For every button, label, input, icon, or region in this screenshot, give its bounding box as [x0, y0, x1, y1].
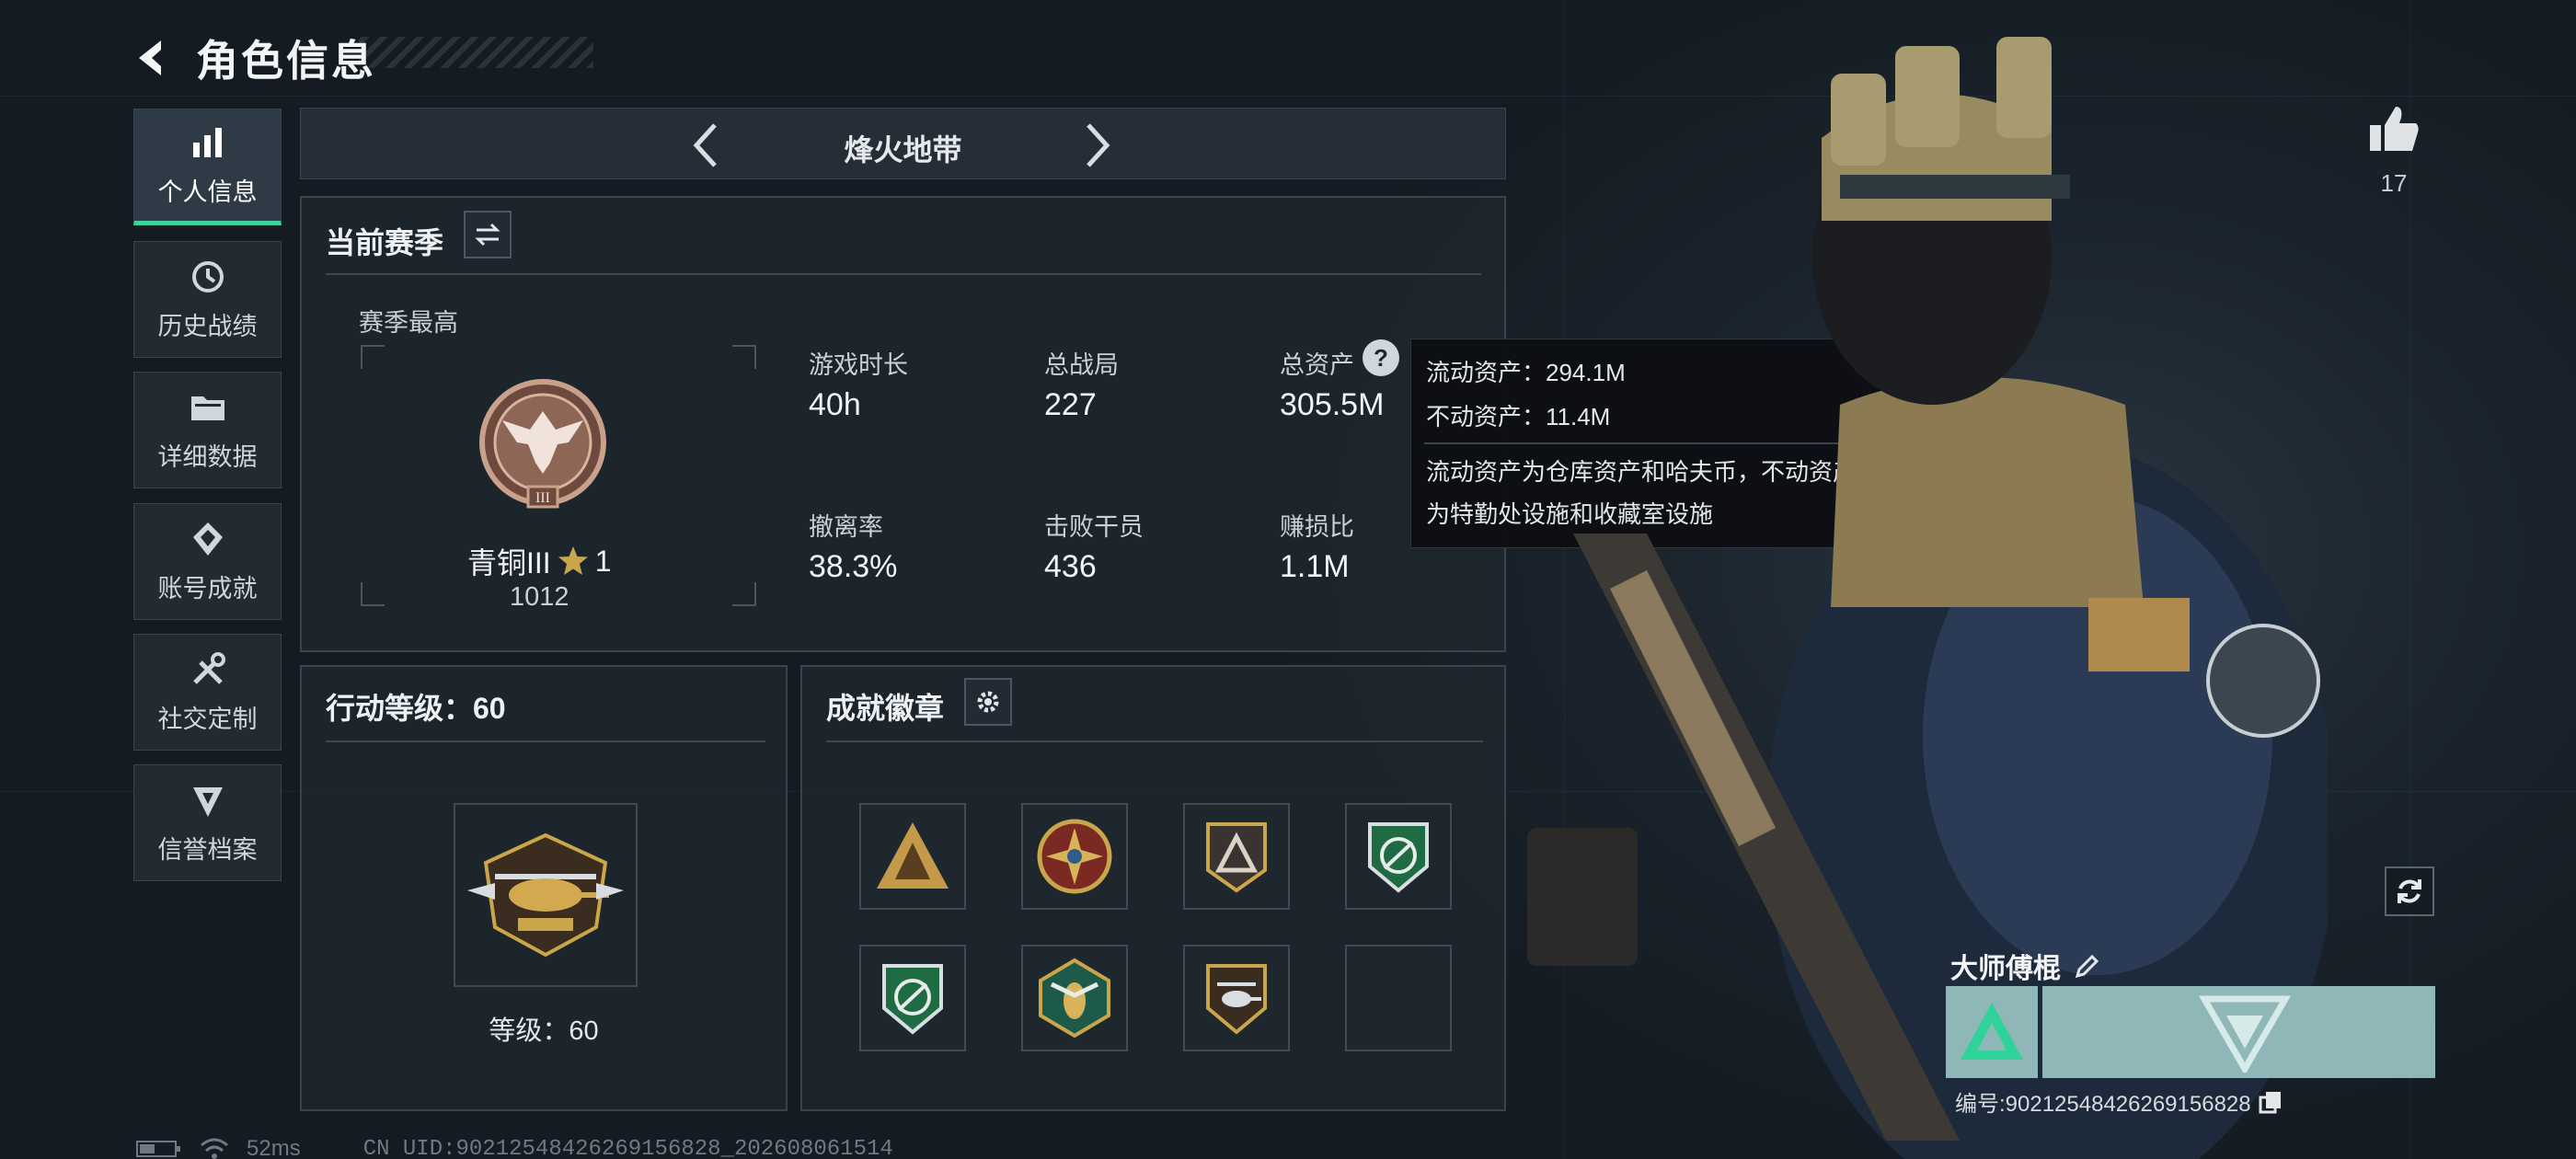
like-count: 17	[2380, 169, 2408, 197]
wifi-icon	[201, 1138, 228, 1159]
sidebar-item-detailed-data[interactable]: 详细数据	[133, 372, 282, 488]
header-hatch-decoration	[359, 37, 593, 68]
asset-help-icon[interactable]: ?	[1363, 339, 1399, 376]
stat-value-kills: 436	[1044, 549, 1097, 584]
svg-text:III: III	[535, 490, 550, 506]
badge-slot-7[interactable]	[1183, 945, 1290, 1051]
refresh-character-button[interactable]	[2385, 866, 2434, 916]
player-id: 编号:9021254842626915682‌8	[1955, 1092, 2251, 1117]
stat-value-total-matches: 227	[1044, 387, 1097, 422]
green-shield-badge-icon	[1368, 822, 1429, 893]
rank-name: 青铜III	[467, 546, 551, 580]
swap-arrows-icon	[475, 223, 500, 247]
sidebar-item-label: 信誉档案	[157, 836, 258, 864]
bronze-eagle-rank-emblem: III	[479, 379, 606, 509]
badge-slot-5[interactable]	[859, 945, 966, 1051]
badge-slot-1[interactable]	[859, 803, 966, 910]
stat-label-kills: 击败干员	[1044, 513, 1144, 541]
switch-season-button[interactable]	[464, 211, 512, 258]
stat-label-total-assets: 总资产	[1280, 351, 1354, 379]
refresh-icon	[2398, 879, 2421, 903]
stat-value-total-assets: 305.5M	[1280, 387, 1385, 422]
sidebar-item-history[interactable]: 历史战绩	[133, 241, 282, 358]
mode-name: 烽火地带	[844, 133, 962, 166]
delta-force-logo	[2199, 995, 2291, 1073]
like-button[interactable]	[2366, 101, 2421, 156]
sidebar-item-label: 详细数据	[157, 443, 258, 471]
back-arrow-icon[interactable]	[133, 37, 176, 79]
sidebar-item-label: 个人信息	[157, 178, 258, 206]
status-bar: 52ms CN UID:90212548426269156828_2026080…	[136, 1136, 893, 1159]
player-name-card[interactable]	[2042, 986, 2435, 1078]
helicopter-badge-icon	[1206, 964, 1267, 1035]
stat-label-extract-rate: 撤离率	[809, 513, 883, 541]
badge-slot-3[interactable]	[1183, 803, 1290, 910]
thumbs-up-icon	[2370, 107, 2419, 151]
sidebar-item-reputation[interactable]: 信誉档案	[133, 764, 282, 881]
battery-icon	[136, 1141, 180, 1157]
bar-chart-icon	[192, 128, 222, 157]
mode-tab-bar: 烽火地带	[300, 108, 1506, 179]
sidebar-item-label: 社交定制	[157, 706, 258, 733]
copy-icon[interactable]	[2259, 1090, 2283, 1114]
next-mode-chevron-icon[interactable]	[1074, 120, 1118, 171]
action-level-emblem-frame	[454, 803, 638, 987]
shield-badge-icon	[192, 787, 223, 817]
edit-pencil-icon[interactable]	[2074, 952, 2101, 980]
sidebar-item-label: 历史战绩	[157, 313, 258, 340]
mountain-triangle-badge-icon	[1206, 822, 1267, 893]
stat-value-extract-rate: 38.3%	[809, 549, 898, 584]
season-title: 当前赛季	[326, 226, 444, 259]
action-level-title: 行动等级：60	[326, 692, 506, 725]
player-name: 大师傅棍	[1950, 954, 2061, 984]
badge-slot-4[interactable]	[1345, 803, 1452, 910]
folder-icon	[190, 396, 224, 420]
stat-value-playtime: 40h	[809, 387, 861, 422]
stat-label-total-matches: 总战局	[1044, 351, 1119, 379]
back-header[interactable]: 角色信息	[133, 28, 376, 88]
history-clock-icon	[191, 261, 224, 293]
rank-stars: 1	[594, 544, 612, 578]
page-title: 角色信息	[196, 37, 376, 85]
badges-title: 成就徽章	[826, 692, 945, 725]
avatar-triangle-icon	[1961, 1003, 2023, 1060]
uid-text: CN UID:90212548426269156828_202608061514	[362, 1136, 893, 1159]
helicopter-emblem-icon	[467, 832, 624, 958]
sidebar-item-personal-info[interactable]: 个人信息	[133, 109, 282, 225]
stat-value-profit-ratio: 1.1M	[1280, 549, 1350, 584]
sidebar-item-achievements[interactable]: 账号成就	[133, 503, 282, 620]
action-level-panel: 行动等级：60 等级：60	[300, 665, 788, 1111]
badges-panel: 成就徽章	[800, 665, 1506, 1111]
compass-star-badge-icon	[1037, 819, 1112, 894]
season-panel: 当前赛季 赛季最高 III 青铜III 1 1012 游戏时长 40h 总战局 …	[300, 196, 1506, 652]
action-level-text: 等级：60	[489, 1016, 599, 1046]
achievement-icon	[192, 522, 223, 556]
star-icon	[558, 546, 588, 575]
hornet-badge-icon	[1039, 958, 1110, 1039]
badge-settings-button[interactable]	[964, 678, 1012, 726]
player-avatar[interactable]	[1946, 986, 2038, 1078]
stat-label-profit-ratio: 赚损比	[1280, 513, 1354, 541]
sidebar-item-social[interactable]: 社交定制	[133, 634, 282, 751]
green-shield-badge-2-icon	[882, 964, 943, 1035]
ping-value: 52ms	[247, 1136, 301, 1159]
sidebar-item-label: 账号成就	[157, 575, 258, 602]
tools-icon	[192, 652, 225, 684]
season-best-label: 赛季最高	[359, 309, 458, 337]
badge-slot-empty[interactable]	[1345, 945, 1452, 1051]
stat-label-playtime: 游戏时长	[809, 351, 908, 379]
badge-slot-2[interactable]	[1021, 803, 1128, 910]
rank-score: 1012	[510, 582, 569, 612]
gear-icon	[977, 691, 999, 713]
badge-slot-6[interactable]	[1021, 945, 1128, 1051]
triangle-army-badge-icon	[877, 822, 949, 889]
